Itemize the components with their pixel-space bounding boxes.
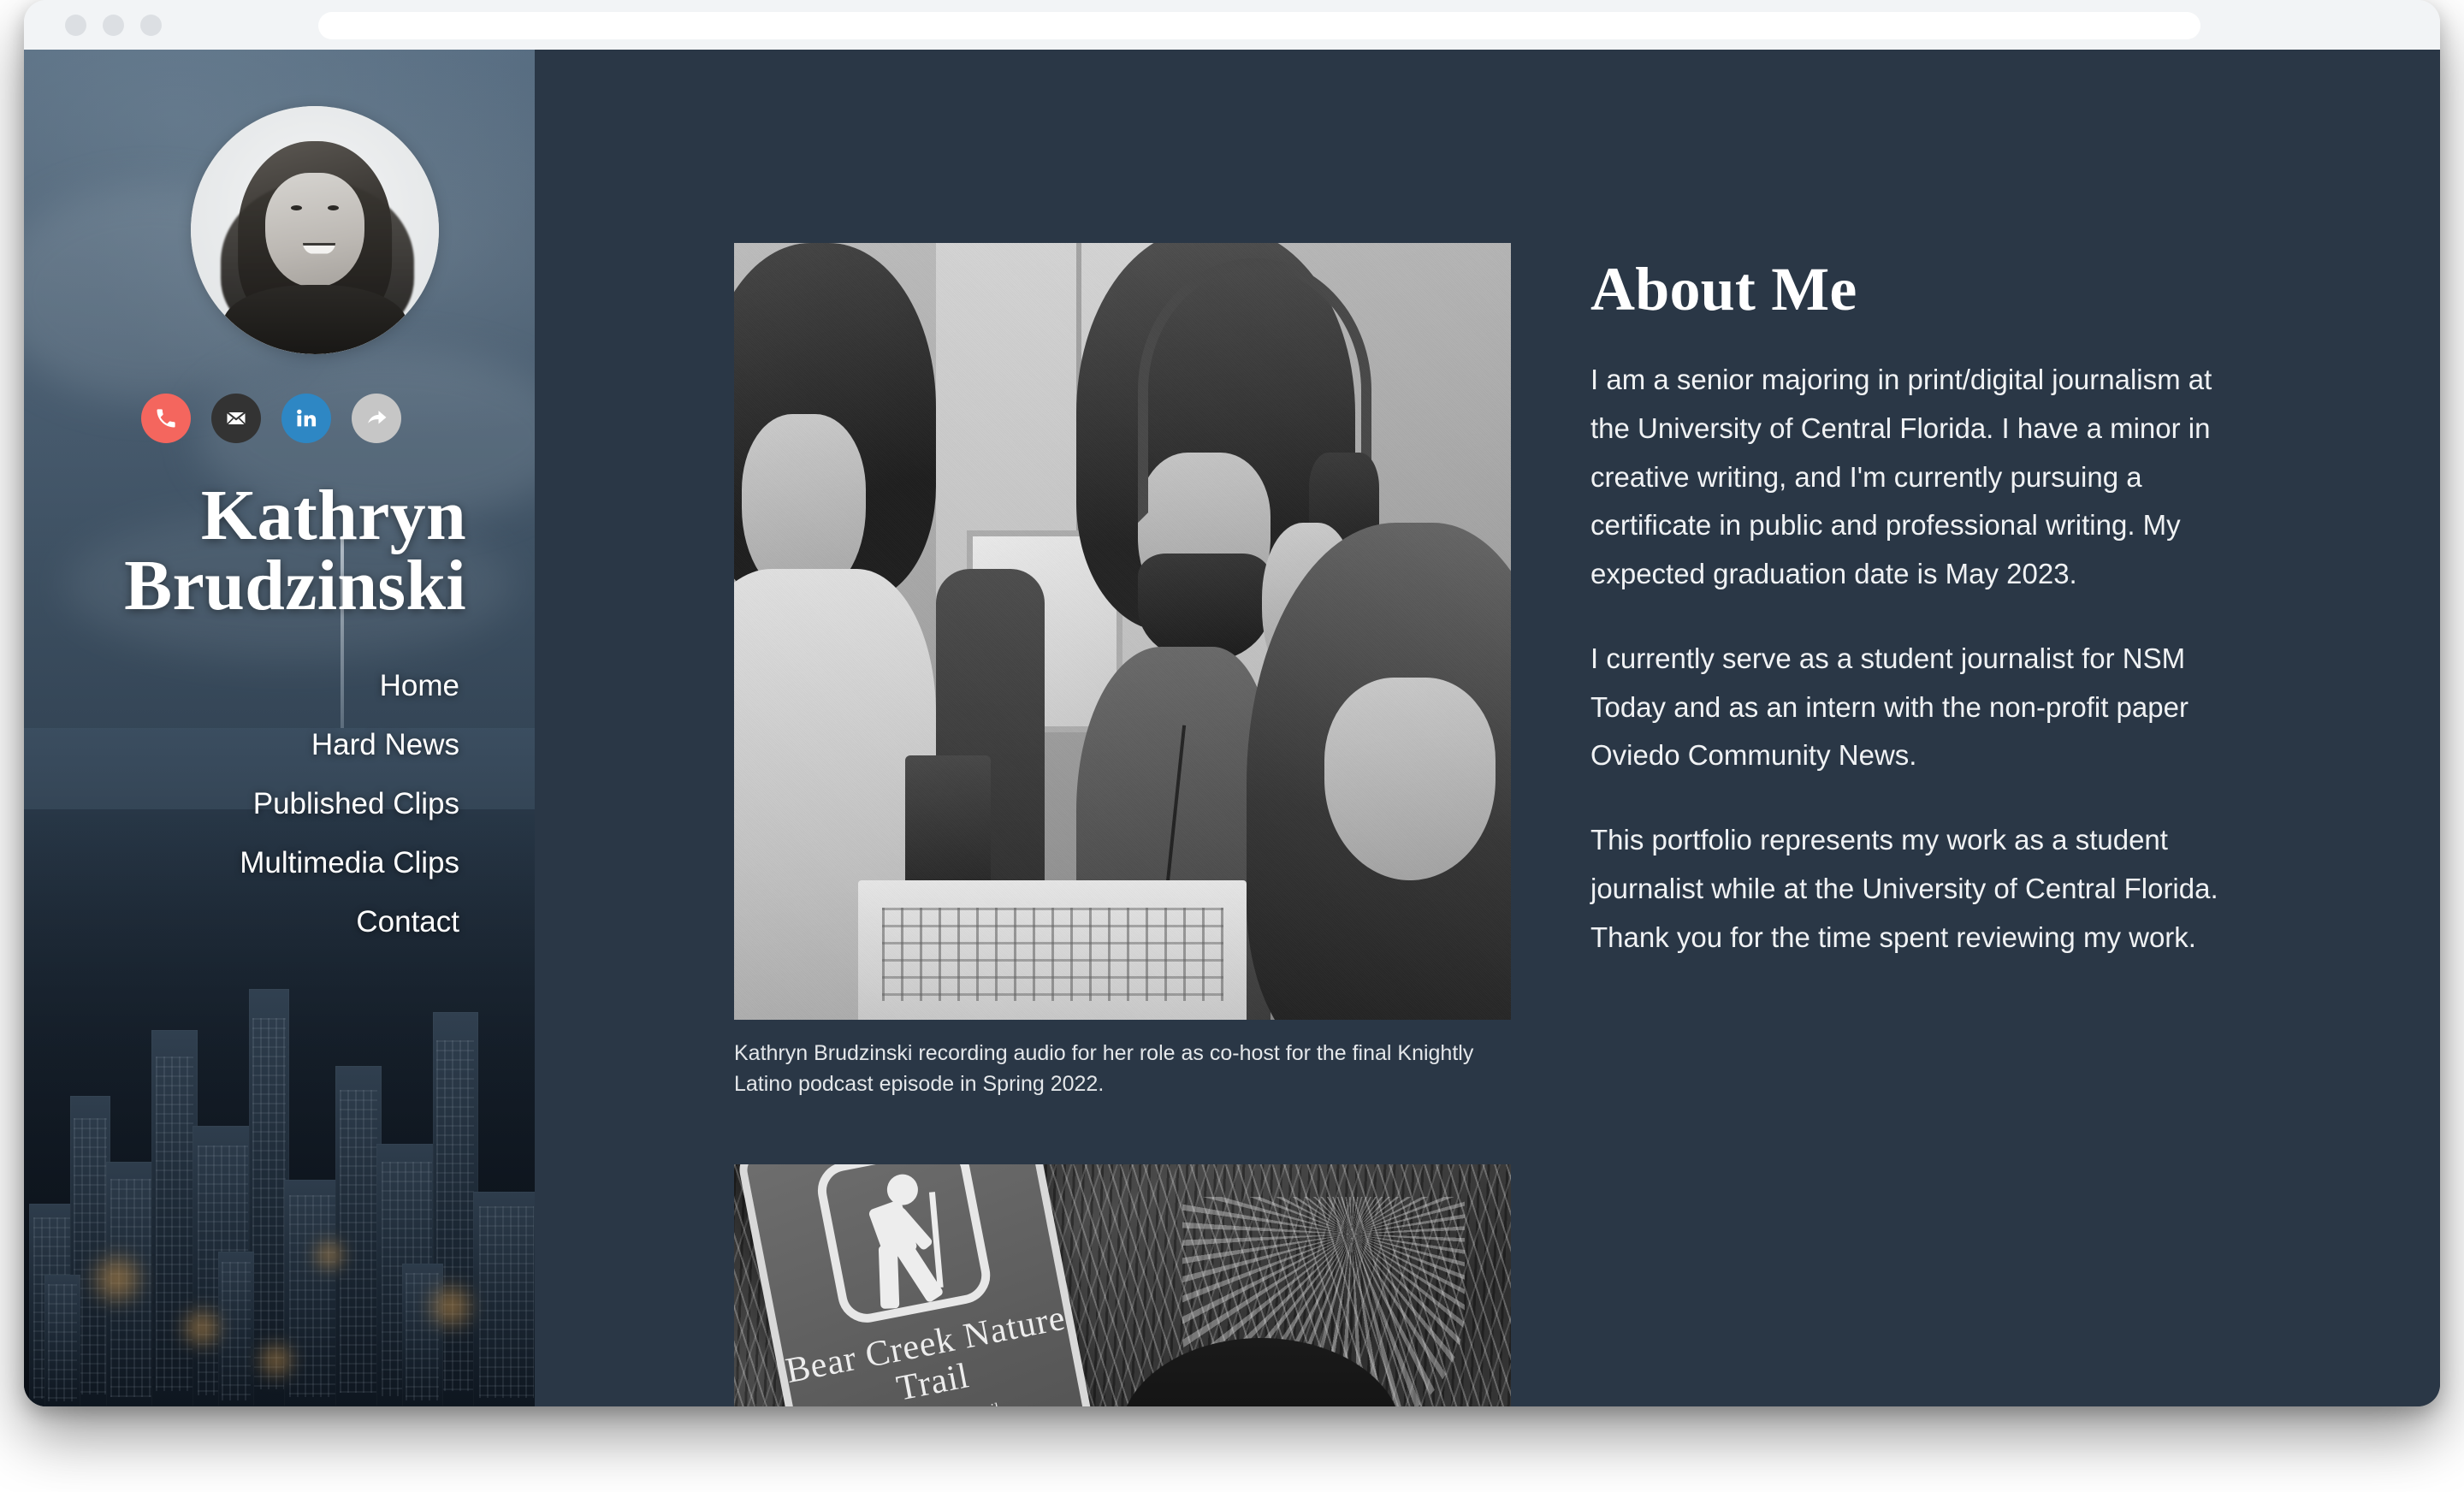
url-bar[interactable] [318, 12, 2200, 39]
nav-item-published-clips[interactable]: Published Clips [253, 774, 459, 833]
browser-window: Kathryn Brudzinski Home Hard News Publis… [24, 0, 2440, 1406]
window-maximize-button[interactable] [140, 14, 162, 36]
email-icon[interactable] [211, 394, 261, 443]
nature-trail-photo: Bear Creek Nature Trail Natural Terrain … [734, 1164, 1511, 1406]
nav-item-multimedia-clips[interactable]: Multimedia Clips [240, 833, 459, 892]
sidebar-nav: Home Hard News Published Clips Multimedi… [240, 656, 459, 951]
window-minimize-button[interactable] [103, 14, 124, 36]
page-viewport: Kathryn Brudzinski Home Hard News Publis… [24, 50, 2440, 1406]
about-paragraph: I am a senior majoring in print/digital … [1590, 364, 2212, 589]
traffic-lights [65, 14, 162, 36]
sidebar: Kathryn Brudzinski Home Hard News Publis… [24, 50, 535, 1406]
browser-titlebar [24, 0, 2440, 50]
about-body: I am a senior majoring in print/digital … [1590, 356, 2241, 962]
media-column: Kathryn Brudzinski recording audio for h… [734, 243, 1511, 1406]
site-title: Kathryn Brudzinski [124, 476, 466, 626]
page-title: About Me [1590, 255, 1857, 323]
share-icon[interactable] [352, 394, 401, 443]
social-links [141, 394, 401, 443]
window-close-button[interactable] [65, 14, 86, 36]
nav-item-home[interactable]: Home [380, 656, 459, 715]
nav-item-hard-news[interactable]: Hard News [311, 715, 459, 774]
about-paragraph: I currently serve as a student journalis… [1590, 642, 2189, 772]
avatar [191, 106, 439, 354]
podcast-recording-photo [734, 243, 1511, 1020]
hiker-icon [813, 1164, 996, 1328]
nav-item-contact[interactable]: Contact [356, 892, 459, 951]
phone-icon[interactable] [141, 394, 191, 443]
about-section: About Me I am a senior majoring in print… [1590, 243, 2241, 1406]
photo-caption: Kathryn Brudzinski recording audio for h… [734, 1041, 1474, 1096]
main-content: Kathryn Brudzinski recording audio for h… [535, 50, 2440, 1406]
trail-sign-title: Bear Creek Nature Trail [782, 1298, 1069, 1406]
linkedin-icon[interactable] [281, 394, 331, 443]
about-paragraph: This portfolio represents my work as a s… [1590, 824, 2218, 953]
